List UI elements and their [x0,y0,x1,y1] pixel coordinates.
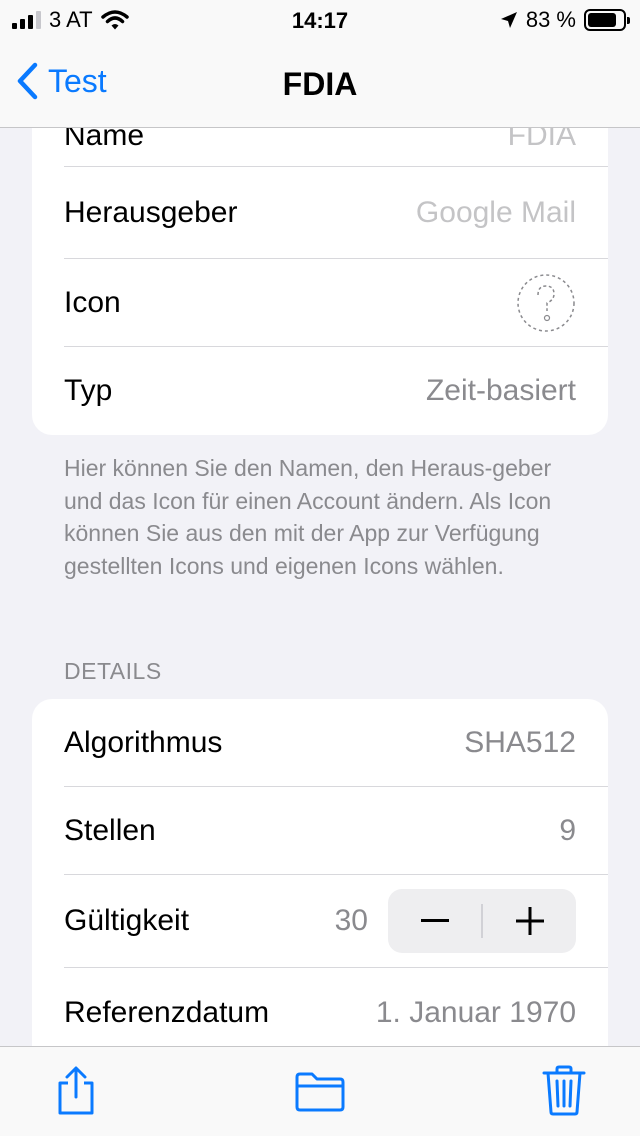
general-footer-text: Hier können Sie den Namen, den Heraus-ge… [64,455,552,579]
status-bar: 3 AT 14:17 83 % [0,0,640,40]
icon-row[interactable]: Icon [32,259,608,346]
name-label: Name [64,128,145,152]
decrement-button[interactable] [388,889,481,953]
location-arrow-icon [500,12,517,28]
algorithm-row[interactable]: Algorithmus SHA512 [32,699,608,786]
minus-icon [420,919,449,922]
type-value: Zeit-basiert [425,374,576,407]
reference-date-value: 1. Januar 1970 [375,996,576,1029]
validity-row: Gültigkeit 30 [32,875,608,967]
increment-button[interactable] [483,889,576,953]
algorithm-label: Algorithmus [64,725,223,759]
folder-button[interactable] [294,1071,346,1118]
folder-icon [295,1072,345,1112]
settings-content[interactable]: Name FDIA Herausgeber Google Mail Icon T… [0,128,640,1046]
digits-value: 9 [559,813,576,847]
general-card: Name FDIA Herausgeber Google Mail Icon T… [32,128,608,435]
type-label: Typ [64,374,113,407]
battery-icon [584,9,630,31]
share-button[interactable] [54,1065,98,1122]
details-card: Algorithmus SHA512 Stellen 9 Gültigkeit … [32,699,608,1046]
publisher-label: Herausgeber [64,195,238,229]
bottom-toolbar [0,1046,640,1136]
validity-label: Gültigkeit [64,904,190,937]
reference-date-row[interactable]: Referenzdatum 1. Januar 1970 [32,968,608,1046]
name-value: FDIA [507,128,576,152]
type-row[interactable]: Typ Zeit-basiert [32,347,608,435]
share-icon [58,1066,94,1115]
battery-percent: 83 % [525,7,576,32]
validity-controls: 30 [335,889,576,953]
page-title: FDIA [282,66,358,102]
publisher-row[interactable]: Herausgeber Google Mail [32,167,608,258]
navigation-bar: Test FDIA [0,40,640,128]
name-row[interactable]: Name FDIA [32,128,608,166]
algorithm-value: SHA512 [464,725,576,759]
battery-level [588,13,617,27]
trash-icon [542,1065,586,1116]
delete-button[interactable] [542,1065,586,1122]
digits-row[interactable]: Stellen 9 [32,787,608,874]
plus-icon [515,907,544,935]
validity-stepper[interactable] [388,889,576,953]
icon-label: Icon [64,285,121,319]
status-right: 83 % [500,7,630,32]
question-mark-icon [517,273,575,332]
publisher-value: Google Mail [415,195,576,229]
reference-date-label: Referenzdatum [64,996,270,1029]
validity-value: 30 [334,904,368,937]
details-section-header: DETAILS [64,658,162,684]
digits-label: Stellen [64,813,156,847]
